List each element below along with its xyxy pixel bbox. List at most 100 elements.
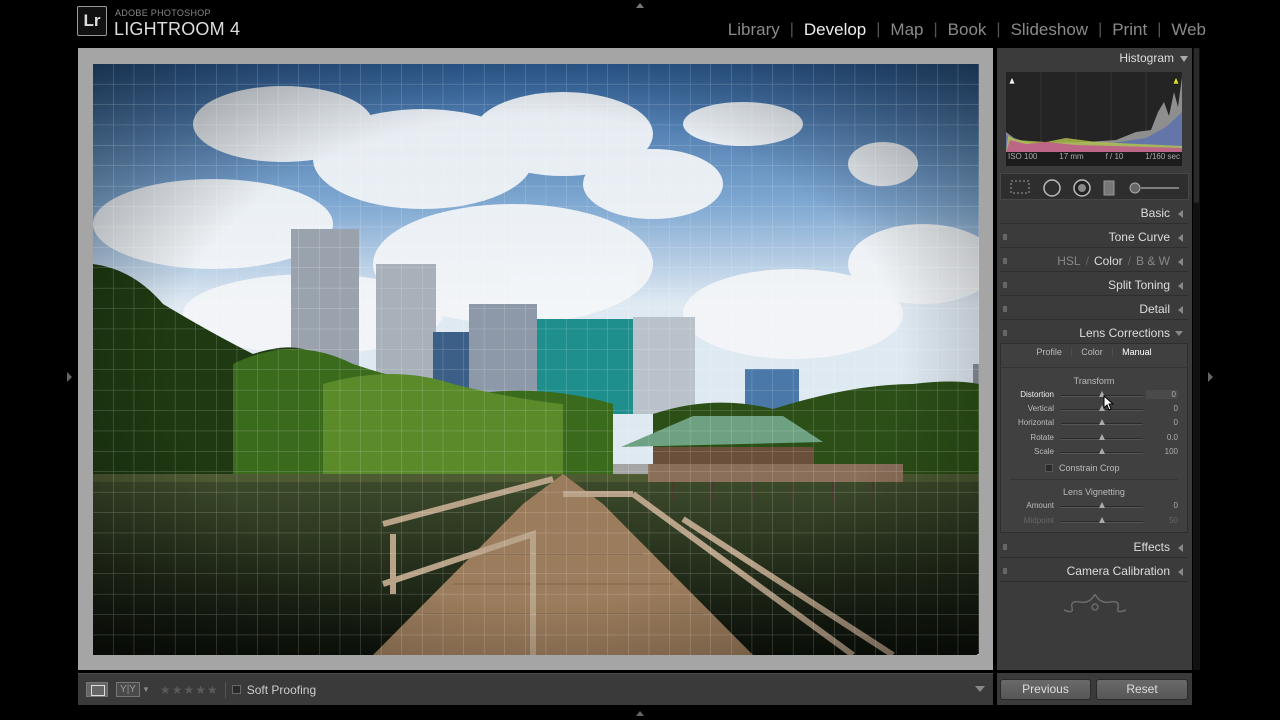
tab-divider [1000,367,1188,368]
panel-switch-icon[interactable] [1003,330,1007,336]
reset-button[interactable]: Reset [1096,679,1188,700]
vertical-value[interactable]: 0 [1174,404,1178,413]
panel-effects-label: Effects [1133,540,1170,554]
transform-title: Transform [1073,376,1115,386]
star-icon[interactable]: ★ [183,683,194,697]
expand-icon [1178,544,1183,552]
soft-proofing-checkbox[interactable] [231,685,241,694]
tab-color[interactable]: Color [1081,347,1103,357]
module-map[interactable]: Map [890,20,923,40]
module-slideshow[interactable]: Slideshow [1011,20,1089,40]
amount-value[interactable]: 0 [1174,501,1178,510]
panel-detail[interactable]: Detail [1000,298,1188,320]
panel-split-toning[interactable]: Split Toning [1000,274,1188,296]
panel-camera-calibration[interactable]: Camera Calibration [1000,560,1188,582]
vertical-label: Vertical [1027,404,1054,413]
constrain-crop[interactable]: Constrain Crop [1045,463,1120,473]
red-eye-icon[interactable] [1071,179,1093,197]
lens-vignetting-title: Lens Vignetting [1063,487,1125,497]
mouse-cursor-icon [1103,395,1115,411]
before-after-button[interactable]: Y|Y [116,682,140,697]
expand-icon [1178,282,1183,290]
photo-preview[interactable]: ! [93,64,979,655]
star-icon[interactable]: ★ [195,683,206,697]
before-after-dropdown-icon[interactable]: ▼ [142,685,150,694]
midpoint-label: Midpoint [1023,516,1054,525]
module-separator: | [876,21,881,38]
distortion-value[interactable]: 0 [1146,390,1178,399]
constrain-crop-checkbox[interactable] [1045,464,1053,472]
section-divider [1010,479,1178,480]
panel-switch-icon[interactable] [1003,258,1007,264]
panel-hsl[interactable]: HSL / Color / B & W [1000,250,1188,272]
module-print[interactable]: Print [1112,20,1147,40]
vignette-amount-slider[interactable]: Amount 0 [1000,500,1188,514]
midpoint-knob[interactable] [1099,517,1105,523]
panel-scroll-thumb[interactable] [1194,48,1199,203]
graduated-filter-icon[interactable] [1101,179,1117,197]
module-web[interactable]: Web [1171,20,1206,40]
distortion-label: Distortion [1020,390,1054,399]
scale-slider[interactable]: Scale 100 [1000,446,1188,460]
distortion-slider[interactable]: Distortion 0 [1000,389,1188,403]
scale-knob[interactable] [1099,448,1105,454]
module-develop[interactable]: Develop [804,20,866,40]
star-rating[interactable]: ★ ★ ★ ★ ★ [160,683,219,697]
horizontal-slider[interactable]: Horizontal 0 [1000,417,1188,431]
toolbar-options-icon[interactable] [975,686,985,692]
module-separator: | [1157,21,1162,38]
horizontal-value[interactable]: 0 [1174,418,1178,427]
midpoint-value[interactable]: 50 [1169,516,1178,525]
toolbar: Y|Y ▼ ★ ★ ★ ★ ★ Soft Proofing [78,673,993,705]
panel-lens-corrections[interactable]: Lens Corrections [1000,322,1188,344]
star-icon[interactable]: ★ [207,683,218,697]
collapse-icon [1175,331,1183,336]
rotate-value[interactable]: 0.0 [1167,433,1178,442]
amount-knob[interactable] [1099,502,1105,508]
clipping-warning-icon[interactable]: ! [975,654,979,655]
top-panel-toggle-icon[interactable] [636,3,644,8]
tab-profile[interactable]: Profile [1036,347,1062,357]
adjustment-brush-icon[interactable] [1127,179,1183,197]
vertical-slider[interactable]: Vertical 0 [1000,403,1188,417]
panel-basic-label: Basic [1140,206,1170,220]
aperture: f / 10 [1105,152,1124,161]
shutter-speed: 1/160 sec [1145,152,1180,161]
left-panel-toggle-icon[interactable] [67,372,72,382]
focal-length: 17 mm [1059,152,1084,161]
panel-switch-icon[interactable] [1003,306,1007,312]
module-library[interactable]: Library [728,20,780,40]
previous-button[interactable]: Previous [1000,679,1091,700]
panel-effects[interactable]: Effects [1000,536,1188,558]
filmstrip-toggle-icon[interactable] [636,711,644,716]
panel-tone-curve[interactable]: Tone Curve [1000,226,1188,248]
panel-switch-icon[interactable] [1003,234,1007,240]
star-icon[interactable]: ★ [172,683,183,697]
hsl-tab[interactable]: HSL [1057,254,1080,268]
soft-proofing-label: Soft Proofing [246,682,317,697]
histogram-header[interactable]: Histogram [1119,51,1188,65]
collapse-icon [1180,55,1188,62]
horizontal-knob[interactable] [1099,419,1105,425]
panel-switch-icon[interactable] [1003,282,1007,288]
vignette-midpoint-slider[interactable]: Midpoint 50 [1000,515,1188,529]
loupe-view-button[interactable] [86,682,108,697]
module-book[interactable]: Book [948,20,987,40]
panel-switch-icon[interactable] [1003,568,1007,574]
scale-value[interactable]: 100 [1165,447,1178,456]
spot-removal-icon[interactable] [1041,179,1063,197]
right-panel-toggle-icon[interactable] [1208,372,1213,382]
module-separator: | [996,21,1001,38]
panel-switch-icon[interactable] [1003,544,1007,550]
star-icon[interactable]: ★ [160,683,171,697]
bw-tab[interactable]: B & W [1136,254,1170,268]
tab-manual[interactable]: Manual [1122,347,1152,357]
panel-camera-calibration-label: Camera Calibration [1066,564,1170,578]
rotate-knob[interactable] [1099,434,1105,440]
panel-hsl-labels: HSL / Color / B & W [1057,254,1170,268]
panel-basic[interactable]: Basic [1000,202,1188,224]
color-tab[interactable]: Color [1094,254,1123,268]
panel-lens-corrections-label: Lens Corrections [1079,326,1170,340]
crop-tool-icon[interactable] [1009,179,1031,195]
rotate-slider[interactable]: Rotate 0.0 [1000,432,1188,446]
